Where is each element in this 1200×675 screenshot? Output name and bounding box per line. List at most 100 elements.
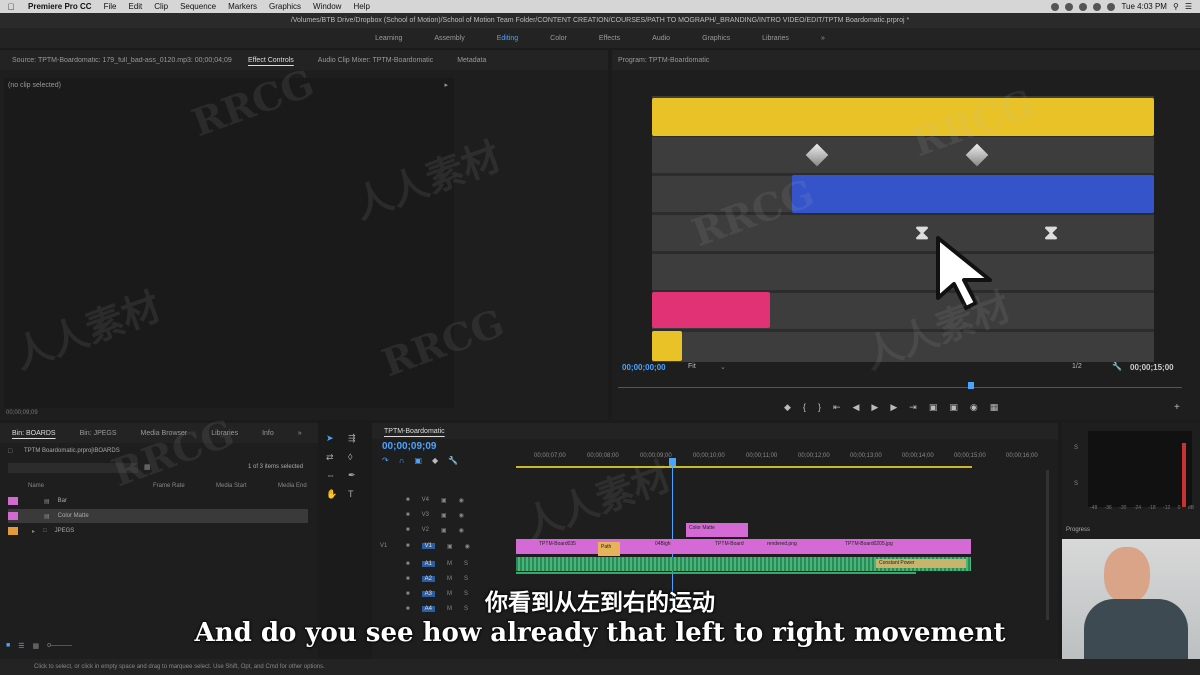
apple-icon[interactable]:  — [0, 2, 22, 12]
column-frame-rate[interactable]: Frame Rate — [153, 483, 185, 489]
workspace-graphics[interactable]: Graphics — [686, 35, 746, 42]
eye-icon[interactable]: ◉ — [465, 543, 470, 550]
lock-icon[interactable]: ■ — [406, 561, 410, 567]
solo-label[interactable]: S — [1074, 481, 1078, 487]
menu-file[interactable]: File — [98, 2, 123, 11]
track-header-v1[interactable]: V1 ■ V1 ▣ ◉ — [380, 539, 516, 553]
export-frame-icon[interactable]: ◉ — [970, 402, 978, 416]
tab-bin-boards[interactable]: Bin: BOARDS — [0, 430, 68, 437]
eye-icon[interactable]: ◉ — [459, 527, 464, 534]
solo-label[interactable]: S — [1074, 445, 1078, 451]
menubar-clock[interactable]: Tue 4:03 PM — [1121, 2, 1167, 11]
play-icon[interactable]: ▶ — [871, 402, 878, 416]
program-monitor-title[interactable]: Program: TPTM-Boardomatic — [612, 57, 721, 64]
audio-clip-a2[interactable] — [516, 572, 916, 574]
playhead-marker-icon[interactable] — [968, 382, 974, 389]
status-icon[interactable] — [1051, 2, 1060, 11]
workspace-libraries[interactable]: Libraries — [746, 35, 805, 42]
clip[interactable]: 04Bigh — [652, 539, 692, 553]
menu-markers[interactable]: Markers — [222, 2, 263, 11]
fit-dropdown[interactable]: Fit — [688, 363, 696, 370]
workspace-audio[interactable]: Audio — [636, 35, 686, 42]
compare-icon[interactable]: ▦ — [990, 402, 999, 416]
fit-chevron-icon[interactable]: ⌄ — [720, 363, 726, 371]
linked-selection-icon[interactable]: ▣ — [414, 456, 422, 465]
track-header-a1[interactable]: ■ A1 M S — [380, 557, 516, 571]
audio-transition[interactable]: Constant Power — [876, 559, 966, 568]
track-header-v3[interactable]: ■ V3 ▣ ◉ — [380, 508, 516, 522]
go-to-in-icon[interactable]: ⇤ — [833, 402, 841, 416]
v1-track-clips[interactable]: TPTM-Board035 Path 04Bigh TPTM-Board ren… — [516, 539, 971, 556]
project-item[interactable]: ▸ □ JPEGS — [8, 524, 308, 538]
slip-tool-icon[interactable]: ⇔ — [326, 470, 344, 485]
label-color-swatch[interactable] — [8, 527, 18, 535]
lock-icon[interactable]: ■ — [406, 576, 410, 582]
add-marker-icon[interactable]: ◆ — [432, 456, 438, 465]
label-color-swatch[interactable] — [8, 512, 18, 520]
menu-list-icon[interactable]: ☰ — [1185, 2, 1192, 11]
column-name[interactable]: Name — [28, 483, 44, 489]
lock-icon[interactable]: ■ — [406, 497, 410, 503]
lock-icon[interactable]: ■ — [406, 527, 410, 533]
toggle-output-icon[interactable]: ▣ — [441, 527, 447, 534]
battery-icon[interactable] — [1107, 2, 1116, 11]
menu-sequence[interactable]: Sequence — [174, 2, 222, 11]
type-tool-icon[interactable]: T — [348, 489, 366, 504]
extract-icon[interactable]: ▣ — [949, 402, 958, 416]
volume-icon[interactable] — [1093, 2, 1102, 11]
clip[interactable]: rendered.png — [764, 539, 824, 553]
workspace-editing[interactable]: Editing — [481, 35, 534, 42]
mute-icon[interactable]: M — [447, 561, 452, 567]
workspace-color[interactable]: Color — [534, 35, 583, 42]
menu-app-name[interactable]: Premiere Pro CC — [22, 2, 98, 11]
audio-clip-a1[interactable]: Constant Power — [516, 557, 971, 571]
step-back-icon[interactable]: ◀ — [853, 402, 860, 416]
selection-tool-icon[interactable]: ➤ — [326, 433, 344, 448]
go-to-out-icon[interactable]: ⇥ — [909, 402, 917, 416]
panel-more-icon[interactable]: » — [286, 430, 314, 437]
label-color-swatch[interactable] — [8, 497, 18, 505]
disclosure-triangle-icon[interactable]: ▸ — [32, 528, 35, 535]
snap-icon[interactable]: ∩ — [399, 456, 405, 465]
progress-title[interactable]: Progress — [1066, 527, 1090, 533]
workspace-effects[interactable]: Effects — [583, 35, 636, 42]
tab-sequence[interactable]: TPTM-Boardomatic — [372, 428, 457, 435]
track-select-tool-icon[interactable]: ⇶ — [348, 433, 366, 448]
tab-source[interactable]: Source: TPTM-Boardomatic: 179_full_bad-a… — [0, 57, 236, 64]
add-button-icon[interactable]: + — [1174, 402, 1180, 413]
lift-icon[interactable]: ▣ — [929, 402, 938, 416]
clip[interactable]: TPTM-Board0205.jpg — [842, 539, 932, 553]
mark-out-icon[interactable]: } — [818, 402, 821, 416]
column-media-start[interactable]: Media Start — [216, 483, 247, 489]
tab-bin-jpegs[interactable]: Bin: JPEGS — [68, 430, 129, 437]
toggle-output-icon[interactable]: ▣ — [441, 512, 447, 519]
solo-icon[interactable]: S — [464, 576, 468, 582]
project-item-selected[interactable]: ▤ Color Matte — [8, 509, 308, 523]
lock-icon[interactable]: ■ — [406, 543, 410, 549]
mute-icon[interactable]: M — [447, 576, 452, 582]
timeline-settings-icon[interactable]: 🔧 — [448, 456, 458, 465]
eye-icon[interactable]: ◉ — [459, 497, 464, 504]
program-timecode-current[interactable]: 00;00;00;00 — [622, 363, 666, 372]
timeline-timecode[interactable]: 00;00;09;09 — [382, 441, 436, 452]
mark-in-icon[interactable]: { — [803, 402, 806, 416]
razor-tool-icon[interactable]: ◊ — [348, 452, 366, 467]
eye-icon[interactable]: ◉ — [459, 512, 464, 519]
clip-color-matte[interactable]: Color Matte — [686, 523, 748, 537]
clip[interactable]: Path — [598, 542, 620, 556]
solo-icon[interactable]: S — [464, 561, 468, 567]
pen-tool-icon[interactable]: ✒ — [348, 470, 366, 485]
search-icon[interactable]: ⚲ — [1173, 2, 1179, 11]
wifi-icon[interactable] — [1079, 2, 1088, 11]
status-icon[interactable] — [1065, 2, 1074, 11]
insert-nest-icon[interactable]: ↷ — [382, 456, 389, 465]
tab-info[interactable]: Info — [250, 430, 286, 437]
menu-clip[interactable]: Clip — [148, 2, 174, 11]
toggle-output-icon[interactable]: ▣ — [441, 497, 447, 504]
work-area-bar[interactable] — [516, 466, 972, 468]
menu-graphics[interactable]: Graphics — [263, 2, 307, 11]
track-header-v4[interactable]: ■ V4 ▣ ◉ — [380, 493, 516, 507]
workspace-learning[interactable]: Learning — [359, 35, 418, 42]
column-media-end[interactable]: Media End — [278, 483, 307, 489]
clip[interactable]: TPTM-Board — [712, 539, 752, 553]
